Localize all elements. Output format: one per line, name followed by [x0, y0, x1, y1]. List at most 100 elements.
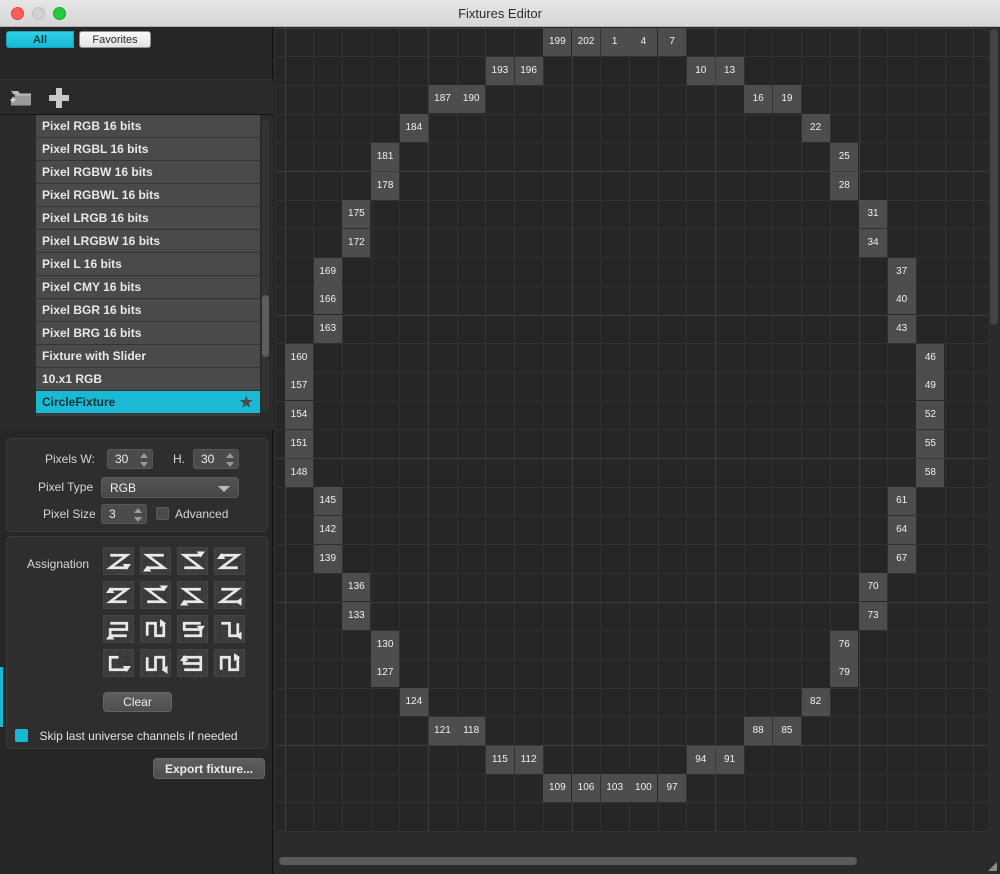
assignation-pattern-serpentine-down[interactable] [140, 649, 171, 677]
assignation-pattern-serpentine-left-right[interactable] [103, 649, 134, 677]
pixel-cell[interactable]: 157 [285, 372, 313, 401]
assignation-pattern-zigzag-left-down-mirror[interactable] [214, 581, 245, 609]
pixel-cell[interactable]: 22 [801, 114, 830, 143]
pixel-cell[interactable]: 184 [399, 114, 428, 143]
pixel-cell[interactable]: 70 [859, 573, 887, 602]
pixel-cell[interactable]: 1 [600, 28, 629, 56]
pixel-cell[interactable]: 46 [916, 343, 945, 372]
fixture-list-item[interactable]: Pixel LRGB 16 bits [36, 207, 260, 230]
tab-all[interactable]: All [6, 31, 74, 48]
pixel-type-select[interactable]: RGB [101, 477, 239, 498]
pixel-cell[interactable]: 97 [658, 774, 687, 803]
skip-universe-checkbox[interactable] [15, 729, 28, 742]
pixel-cell[interactable]: 187 [428, 85, 457, 114]
fixture-list-item[interactable]: 10.x1 RGB [36, 368, 260, 391]
skip-universe-row[interactable]: Skip last universe channels if needed [15, 727, 238, 745]
scrollbar-thumb[interactable] [279, 857, 857, 865]
assignation-pattern-grid[interactable] [103, 547, 248, 680]
pixel-cell[interactable]: 115 [485, 745, 514, 774]
fixture-list[interactable]: Pixel RGB 16 bits Pixel RGBL 16 bits Pixel… [36, 115, 260, 416]
scrollbar-thumb[interactable] [262, 295, 269, 357]
plus-icon[interactable] [47, 86, 71, 110]
fixture-list-item[interactable]: Pixel BRG 16 bits [36, 322, 260, 345]
pixel-cell[interactable]: 181 [371, 142, 400, 171]
clear-button[interactable]: Clear [103, 692, 172, 712]
resize-grip[interactable] [985, 859, 998, 872]
pixel-cell[interactable]: 94 [686, 745, 715, 774]
pixel-size-stepper[interactable] [134, 507, 143, 523]
pixel-cell[interactable]: 106 [572, 774, 600, 803]
pixel-cell[interactable]: 136 [342, 573, 371, 602]
folder-add-icon[interactable] [9, 87, 33, 108]
pixel-cell[interactable]: 31 [859, 200, 887, 229]
fixture-list-item[interactable]: Pixel RGB 16 bits [36, 115, 260, 138]
assignation-pattern-serpentine-left-up[interactable] [177, 649, 208, 677]
export-fixture-button[interactable]: Export fixture... [153, 758, 265, 779]
pixel-cell[interactable]: 199 [543, 28, 572, 56]
fixture-list-item[interactable]: Pixel LRGBW 16 bits [36, 230, 260, 253]
grid-vertical-scrollbar[interactable] [990, 29, 998, 829]
pixel-cell[interactable]: 61 [887, 487, 916, 516]
pixel-cell[interactable]: 40 [887, 286, 916, 315]
pixel-cell[interactable]: 37 [887, 257, 916, 286]
pixel-cell[interactable]: 55 [916, 429, 945, 458]
pixel-cell[interactable]: 91 [715, 745, 744, 774]
pixel-cell[interactable]: 16 [744, 85, 773, 114]
fixture-list-scrollbar[interactable] [262, 119, 269, 412]
assignation-pattern-zigzag-left-up[interactable] [140, 581, 171, 609]
fixture-list-item[interactable]: Pixel BGR 16 bits [36, 299, 260, 322]
pixels-h-stepper[interactable] [226, 452, 235, 468]
pixel-cell[interactable]: 142 [313, 515, 342, 544]
favorite-star-icon[interactable]: ★ [240, 395, 253, 410]
pixel-cell[interactable]: 175 [342, 200, 371, 229]
pixel-cell[interactable]: 7 [658, 28, 687, 56]
pixel-cell[interactable]: 124 [399, 688, 428, 717]
fixture-list-item[interactable]: Pixel L 16 bits [36, 253, 260, 276]
assignation-pattern-zigzag-right-up-mirror[interactable] [177, 547, 208, 575]
pixel-size-input[interactable]: 3 [101, 504, 147, 524]
tab-favorites[interactable]: Favorites [79, 31, 151, 48]
pixel-cell[interactable]: 130 [371, 630, 400, 659]
pixel-cell[interactable]: 10 [686, 56, 715, 85]
fixture-list-item[interactable]: Pixel RGBW 16 bits [36, 161, 260, 184]
pixel-cell[interactable]: 133 [342, 602, 371, 630]
assignation-pattern-serpentine-top-down[interactable] [214, 615, 245, 643]
pixel-cell[interactable]: 118 [457, 716, 486, 745]
pixel-cell[interactable]: 25 [830, 142, 859, 171]
pixel-cell[interactable]: 112 [514, 745, 543, 774]
pixel-cell[interactable]: 103 [600, 774, 629, 803]
pixel-cell[interactable]: 121 [428, 716, 457, 745]
pixel-cell[interactable]: 190 [457, 85, 486, 114]
pixel-cell[interactable]: 4 [629, 28, 658, 56]
pixel-grid-canvas[interactable]: 199 202 1 4 7 193 196 10 13 187 190 16 19 184 22 181 25 1… [276, 27, 988, 832]
assignation-pattern-serpentine-bottom-up[interactable] [140, 615, 171, 643]
pixels-h-input[interactable]: 30 [193, 449, 239, 469]
pixel-cell[interactable]: 109 [543, 774, 572, 803]
assignation-pattern-serpentine-up[interactable] [214, 649, 245, 677]
pixel-cell[interactable]: 28 [830, 171, 859, 200]
pixel-cell[interactable]: 13 [715, 56, 744, 85]
pixel-cell[interactable]: 166 [313, 286, 342, 315]
assignation-pattern-zigzag-right-up[interactable] [103, 581, 134, 609]
pixels-w-input[interactable]: 30 [107, 449, 153, 469]
advanced-checkbox[interactable] [156, 507, 169, 520]
fixture-list-item[interactable]: Pixel CMY 16 bits [36, 276, 260, 299]
pixel-cell[interactable]: 52 [916, 401, 945, 430]
pixel-cell[interactable]: 196 [514, 56, 543, 85]
pixel-cell[interactable]: 43 [887, 315, 916, 343]
assignation-pattern-zigzag-right-down[interactable] [103, 547, 134, 575]
pixel-cell[interactable]: 193 [485, 56, 514, 85]
pixel-cell[interactable]: 64 [887, 515, 916, 544]
pixel-cell[interactable]: 169 [313, 257, 342, 286]
pixel-cell[interactable]: 172 [342, 228, 371, 257]
pixel-cell[interactable]: 160 [285, 343, 313, 372]
pixels-w-stepper[interactable] [140, 452, 149, 468]
assignation-pattern-zigzag-left-down[interactable] [140, 547, 171, 575]
pixel-cell[interactable]: 88 [744, 716, 773, 745]
pixel-cell[interactable]: 67 [887, 544, 916, 573]
pixel-cell[interactable]: 58 [916, 458, 945, 487]
fixture-list-item[interactable]: CircleFixture ★ [36, 391, 260, 414]
fixture-list-item[interactable]: Fixture with Slider [36, 345, 260, 368]
fixture-list-item[interactable]: Pixel RGBL 16 bits [36, 138, 260, 161]
fixture-list-item[interactable]: Pixel RGBWL 16 bits [36, 184, 260, 207]
